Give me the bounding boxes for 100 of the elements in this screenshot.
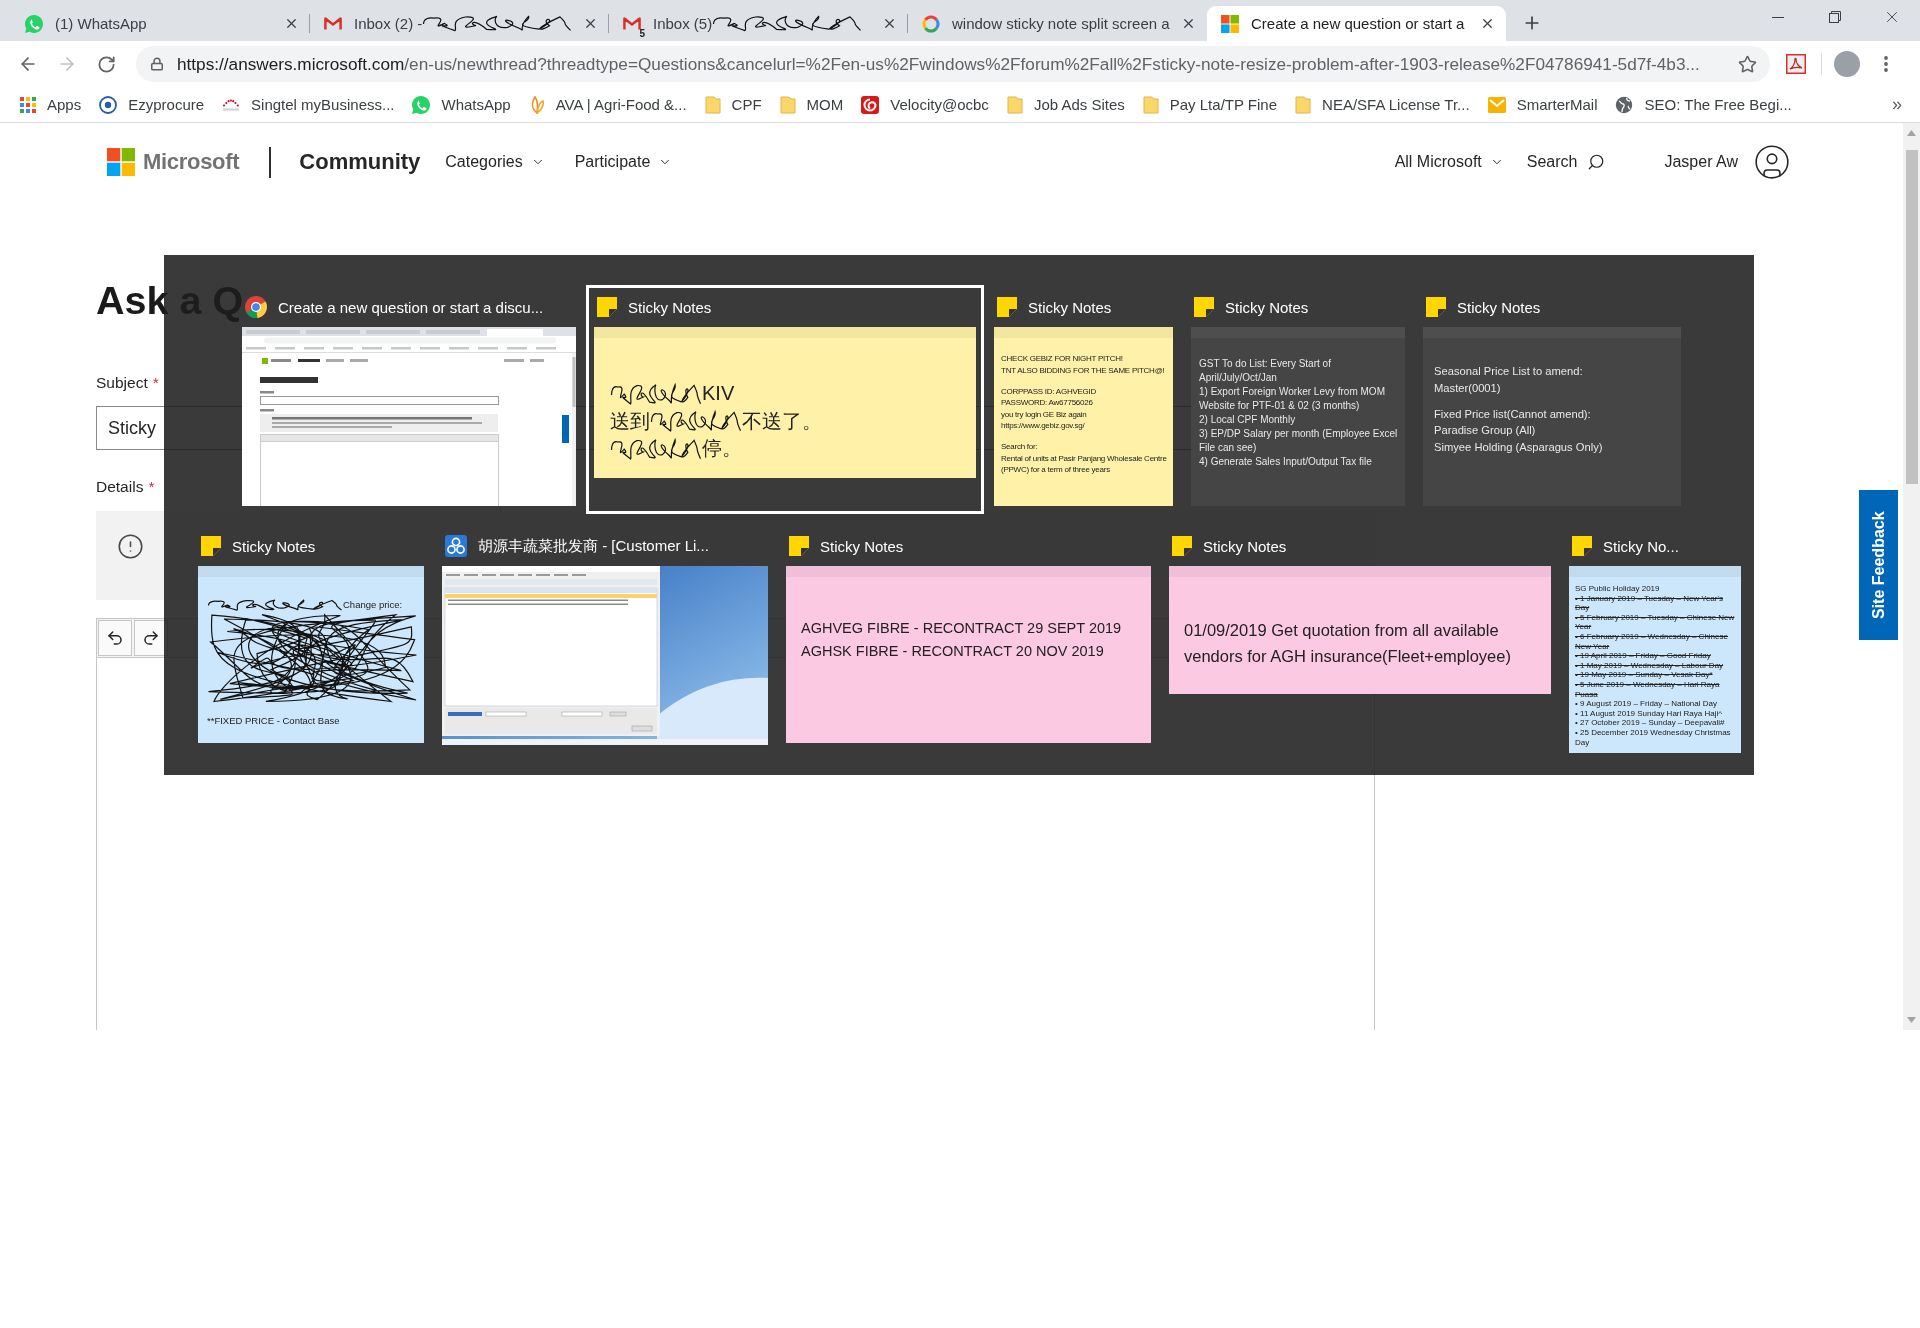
- note-text: CHECK GEBIZ FOR NIGHT PITCH!: [1001, 354, 1123, 363]
- app-window-drawing[interactable]: [442, 566, 768, 745]
- bookmark-link[interactable]: Apps: [12, 90, 90, 119]
- browser-tab[interactable]: Create a new question or start a: [1207, 6, 1506, 41]
- browser-window-drawing[interactable]: [242, 327, 576, 506]
- browser-tab[interactable]: Inbox (2) -: [310, 6, 609, 41]
- required-mark: *: [148, 477, 155, 497]
- search-icon: [1587, 153, 1606, 171]
- note-text: SG Public Holiday 2019: [1575, 584, 1660, 593]
- field-label: Subject: [96, 373, 148, 393]
- folder-icon: [1295, 95, 1312, 114]
- menu-icon: [1884, 56, 1888, 72]
- bookmark-link[interactable]: AVA | Agri-Food &...: [520, 90, 695, 119]
- scribble-icon: [610, 381, 702, 408]
- bookmark-link[interactable]: SmarterMail: [1479, 90, 1606, 119]
- sticky-note[interactable]: 01/09/2019 Get quotation from all available vendors for AGH insurance(Fleet+employee): [1169, 566, 1551, 694]
- logo-icon: [107, 148, 135, 176]
- note-text: Seasonal Price List to amend:: [1434, 365, 1583, 377]
- more-bookmarks-button[interactable]: »: [1886, 94, 1908, 115]
- chat-bubble-icon: [25, 14, 43, 33]
- bookmark-link[interactable]: Singtel myBusiness...: [214, 90, 403, 119]
- sticky-note[interactable]: Seasonal Price List to amend: Master(0001) Fixed Price list(Cannot amend): Paradise Group (All) Simyee Holding (Asparagus Only): [1423, 327, 1681, 506]
- browser-tab[interactable]: window sticky note split screen a: [908, 6, 1207, 41]
- folder-icon: [704, 95, 721, 114]
- sticky-note[interactable]: KIV 送到 不送了。 停。: [594, 327, 976, 478]
- nav-menu-button[interactable]: All Microsoft: [1394, 153, 1504, 171]
- bookmark-link[interactable]: MOM: [771, 90, 852, 119]
- field-label: Details: [96, 477, 144, 497]
- ring-logo-icon: [922, 14, 940, 33]
- window-title: 胡源丰蔬菜批发商 - [Customer Li...: [478, 536, 709, 556]
- sticky-note[interactable]: Change price: **FIXED PRICE - Contact Base: [198, 566, 424, 743]
- url-text: https://answers.microsoft.com/en-us/newthread?threadtype=Questions&cancelurl=%2Fen-us%2Fwindows%2Fforum%2Fall%2Fsticky-note-resize-problem-after-1903-release%2F04786941-5d7f-4b3...: [177, 53, 1700, 75]
- bookmark-link[interactable]: NEA/SFA License Tr...: [1287, 90, 1478, 119]
- sticky-note[interactable]: [1569, 566, 1741, 754]
- ring-logo-icon: [99, 95, 118, 114]
- sticky-note-icon: [789, 536, 809, 556]
- envelope-icon: [1487, 96, 1506, 113]
- note-text: • 11 August 2019 Sunday Hari Raya Haji^: [1575, 708, 1722, 718]
- note-text: AGHVEG FIBRE - RECONTRACT 29 SEPT 2019: [801, 620, 1122, 636]
- star-icon: [1737, 54, 1757, 74]
- badge-count: 5: [639, 28, 645, 39]
- avatar-icon: [1834, 51, 1860, 77]
- note-text: • 19 May 2019 – Sunday – Vesak Day*: [1575, 670, 1713, 680]
- note-text: • 1 January 2019 – Tuesday – New Year's Day: [1575, 593, 1723, 613]
- note-text: • 1 May 2019 – Wednesday – Labour Day: [1575, 660, 1724, 670]
- browser-tab[interactable]: 5 Inbox (5): [609, 6, 908, 41]
- note-text: PASSWORD: Aw67756026: [1001, 398, 1093, 408]
- window-title: Sticky Notes: [628, 298, 712, 316]
- sticky-note[interactable]: [1191, 327, 1405, 506]
- bookmark-link[interactable]: WhatsApp: [404, 90, 519, 119]
- sticky-note[interactable]: AGHVEG FIBRE - RECONTRACT 29 SEPT 2019 AGHSK FIBRE - RECONTRACT 20 NOV 2019: [786, 566, 1151, 743]
- note-text: 送到: [610, 409, 650, 432]
- window-title: Create a new question or start a discu...: [278, 298, 544, 316]
- reload-icon: [96, 54, 116, 74]
- note-text: Master(0001): [1434, 381, 1501, 394]
- sticky-note-icon: [997, 297, 1017, 317]
- site-title[interactable]: Community: [299, 149, 421, 175]
- account-button[interactable]: Jasper Aw: [1664, 143, 1791, 181]
- bookmark-link[interactable]: CPF: [696, 90, 770, 119]
- bookmark-link[interactable]: Pay Lta/TP Fine: [1134, 90, 1286, 119]
- bookmark-link[interactable]: Velocity@ocbc: [853, 90, 997, 119]
- note-text: Rental of units at Pasir Panjang Wholesale Centre (PPWC) for a term of three years: [1001, 453, 1167, 475]
- undo-button[interactable]: [98, 620, 132, 656]
- folder-icon: [779, 95, 796, 114]
- bookmark-link[interactable]: Ezyprocure: [91, 90, 213, 119]
- note-text: Fixed Price list(Cannot amend):: [1434, 407, 1591, 420]
- note-text: https://www.gebiz.gov.sg/: [1001, 421, 1085, 431]
- logo-text: Microsoft: [143, 149, 240, 175]
- search-button[interactable]: Search: [1526, 153, 1606, 171]
- sticky-note-icon: [597, 297, 617, 317]
- folder-icon: [1142, 95, 1159, 114]
- nav-menu-button[interactable]: Categories: [445, 153, 545, 171]
- note-text: Paradise Group (All): [1434, 424, 1536, 437]
- bookmark-link[interactable]: SEO: The Free Begi...: [1607, 90, 1800, 119]
- note-text: TNT ALSO BIDDING FOR THE SAME PITCH@!: [1001, 365, 1165, 375]
- sticky-note-icon: [1172, 536, 1192, 556]
- address-bar[interactable]: https://answers.microsoft.com/en-us/newthread?threadtype=Questions&cancelurl=%2Fen-us%2Fwindows%2Fforum%2Fall%2Fsticky-note-resize-problem-after-1903-release%2F04786941-5d7f-4b3...: [136, 46, 1770, 82]
- swirl-logo-icon: [861, 95, 880, 114]
- note-text: 停。: [702, 437, 742, 460]
- note-text: GST To do List: Every Start of April/July/Oct/Jan: [1199, 358, 1331, 383]
- window-title: Sticky Notes: [1203, 537, 1287, 555]
- sticky-note-icon: [201, 536, 221, 556]
- sticky-note-icon: [1194, 297, 1214, 317]
- scrollbar-thumb[interactable]: [1905, 150, 1918, 484]
- note-text: • 9 August 2019 – Friday – National Day: [1575, 699, 1717, 709]
- feedback-tab[interactable]: Site Feedback: [1859, 490, 1898, 640]
- note-text: you try login GE Biz again: [1001, 409, 1087, 419]
- restore-icon: [1828, 11, 1841, 23]
- required-mark: *: [152, 373, 159, 393]
- note-text: 2) Local CPF Monthly: [1199, 414, 1296, 425]
- browser-tab[interactable]: (1) WhatsApp: [11, 6, 310, 41]
- note-text: **FIXED PRICE - Contact Base: [207, 714, 340, 726]
- bookmark-link[interactable]: Job Ads Sites: [998, 90, 1133, 119]
- undo-icon: [106, 629, 124, 647]
- window-title: Sticky No...: [1603, 537, 1679, 555]
- note-text: • 19 April 2019 – Friday – Good Friday: [1575, 651, 1711, 661]
- tile-highlight-frame[interactable]: Sticky Notes KIV 送到 不送了。 停。: [586, 285, 984, 514]
- nav-menu-button[interactable]: Participate: [574, 153, 673, 171]
- dots-logo-icon: [222, 97, 241, 112]
- four-squares-icon: [1221, 14, 1239, 33]
